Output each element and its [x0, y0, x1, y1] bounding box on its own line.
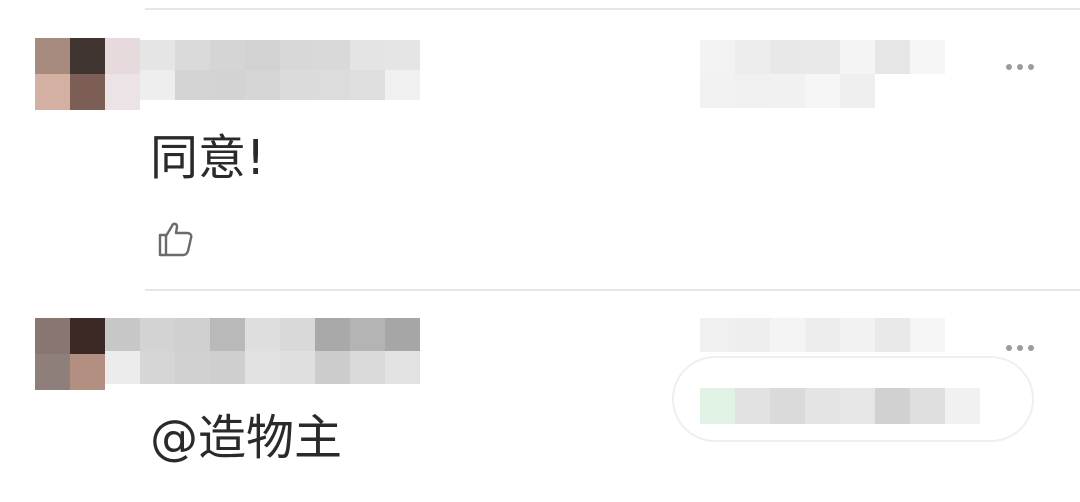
more-options-button[interactable] [1000, 57, 1040, 77]
reply-pixel [735, 388, 770, 424]
username-pixel [350, 351, 385, 384]
more-dots-icon [1006, 345, 1012, 351]
username-pixel [385, 40, 420, 70]
username-pixel [350, 40, 385, 70]
meta-pixel [910, 40, 945, 74]
avatar-pixel [105, 38, 140, 74]
username-pixel [140, 40, 175, 70]
username-pixel [175, 70, 210, 100]
username-pixel [175, 40, 210, 70]
reply-pixel [945, 388, 980, 424]
thumbs-up-icon [158, 222, 193, 257]
username-pixel [385, 318, 420, 351]
username-pixel [245, 318, 280, 351]
avatar-pixel [70, 74, 105, 110]
username-pixel [280, 318, 315, 351]
username-pixel [175, 318, 210, 351]
like-button[interactable] [155, 218, 195, 258]
username[interactable] [140, 40, 420, 100]
meta-pixel [840, 74, 875, 108]
username-pixel [350, 318, 385, 351]
avatar[interactable] [35, 318, 105, 390]
username-pixel [315, 351, 350, 384]
meta-pixel [910, 318, 945, 352]
meta-pixel [875, 40, 910, 74]
username-pixel [350, 70, 385, 100]
username-pixel [210, 318, 245, 351]
username-pixel [105, 318, 140, 351]
comment-text: 同意! [150, 130, 266, 186]
meta-pixel [770, 40, 805, 74]
comment-divider [145, 289, 1080, 291]
username-pixel [245, 40, 280, 70]
comment-meta [700, 318, 945, 352]
username-pixel [140, 318, 175, 351]
avatar-pixel [35, 38, 70, 74]
reply-pixel [805, 388, 840, 424]
username-pixel [210, 70, 245, 100]
username-pixel [140, 70, 175, 100]
username-pixel [315, 70, 350, 100]
meta-pixel [770, 74, 805, 108]
avatar-pixel [70, 354, 105, 390]
meta-pixel [875, 318, 910, 352]
reply-pixel [910, 388, 945, 424]
meta-pixel [735, 40, 770, 74]
reply-pixel [770, 388, 805, 424]
username-pixel [280, 70, 315, 100]
meta-pixel [700, 74, 735, 108]
username-pixel [245, 70, 280, 100]
meta-pixel [805, 40, 840, 74]
username-pixel [210, 40, 245, 70]
avatar-pixel [35, 354, 70, 390]
reply-pixel [840, 388, 875, 424]
username-pixel [245, 351, 280, 384]
meta-pixel [805, 74, 840, 108]
avatar[interactable] [35, 38, 140, 110]
avatar-pixel [35, 74, 70, 110]
avatar-pixel [70, 318, 105, 354]
meta-pixel [735, 318, 770, 352]
meta-pixel [735, 74, 770, 108]
username-pixel [315, 40, 350, 70]
meta-pixel [770, 318, 805, 352]
username-pixel [210, 351, 245, 384]
meta-pixel [840, 40, 875, 74]
more-options-button[interactable] [1000, 338, 1040, 358]
username[interactable] [105, 318, 420, 384]
avatar-pixel [35, 318, 70, 354]
meta-pixel [700, 318, 735, 352]
reply-pixel [700, 388, 735, 424]
avatar-pixel [105, 74, 140, 110]
meta-pixel [700, 40, 735, 74]
top-divider [145, 8, 1080, 10]
username-pixel [280, 40, 315, 70]
username-pixel [385, 70, 420, 100]
meta-pixel [840, 318, 875, 352]
username-pixel [315, 318, 350, 351]
username-pixel [140, 351, 175, 384]
reply-preview-content [700, 388, 1015, 424]
username-pixel [385, 351, 420, 384]
more-dots-icon [1006, 64, 1012, 70]
meta-pixel [805, 318, 840, 352]
reply-pixel [875, 388, 910, 424]
username-pixel [105, 351, 140, 384]
comment-meta [700, 40, 945, 108]
comment-text: @造物主 [150, 410, 343, 466]
username-pixel [280, 351, 315, 384]
username-pixel [175, 351, 210, 384]
avatar-pixel [70, 38, 105, 74]
